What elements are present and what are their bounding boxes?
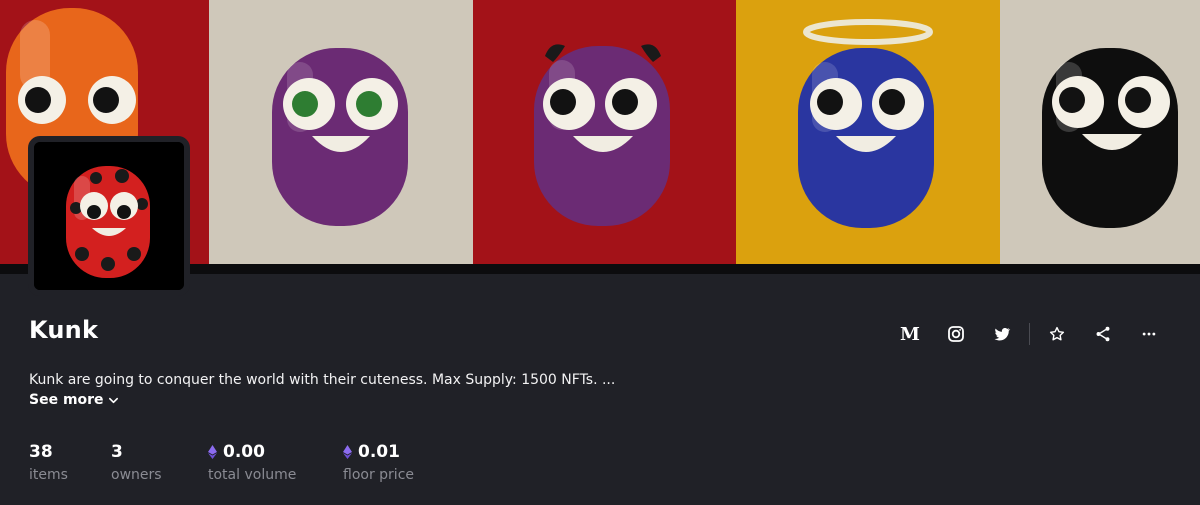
twitter-icon	[994, 327, 1011, 341]
stat-owners-label: owners	[111, 467, 162, 483]
collection-name: Kunk	[29, 316, 99, 344]
stat-floor-price-label: floor price	[343, 467, 414, 483]
stat-floor-price[interactable]: 0.01 floor price	[343, 441, 414, 483]
stat-floor-price-value: 0.01	[358, 442, 400, 462]
ethereum-icon	[343, 445, 352, 459]
collection-avatar	[28, 136, 190, 296]
chevron-down-icon	[108, 397, 118, 403]
banner-panel-devil-kunk	[473, 0, 736, 264]
medium-link-button[interactable]: M	[887, 318, 933, 350]
instagram-icon	[948, 326, 964, 342]
favorite-button[interactable]	[1034, 318, 1080, 350]
stat-items-label: items	[29, 467, 68, 483]
share-icon	[1096, 326, 1110, 342]
stat-total-volume-label: total volume	[208, 467, 297, 483]
ethereum-icon	[208, 445, 217, 459]
see-more-label: See more	[29, 392, 104, 408]
stat-owners[interactable]: 3 owners	[111, 441, 162, 483]
see-more-button[interactable]: See more	[29, 392, 119, 408]
stat-items-value: 38	[29, 442, 53, 462]
star-icon	[1049, 326, 1065, 341]
medium-icon: M	[900, 323, 920, 345]
banner-panel-angel-kunk	[736, 0, 1000, 264]
more-icon	[1142, 332, 1156, 336]
ladybug-kunk-image	[34, 142, 184, 290]
stat-items[interactable]: 38 items	[29, 441, 68, 483]
collection-description: Kunk are going to conquer the world with…	[29, 372, 616, 388]
stat-total-volume[interactable]: 0.00 total volume	[208, 441, 296, 483]
actions-divider	[1029, 323, 1030, 345]
more-options-button[interactable]	[1126, 318, 1172, 350]
collection-actions: M	[887, 318, 1172, 350]
banner-panel-black-kunk	[1000, 0, 1200, 264]
instagram-link-button[interactable]	[933, 318, 979, 350]
banner-panel-purple-kunk	[209, 0, 473, 264]
stat-owners-value: 3	[111, 442, 123, 462]
share-button[interactable]	[1080, 318, 1126, 350]
twitter-link-button[interactable]	[979, 318, 1025, 350]
stat-total-volume-value: 0.00	[223, 442, 265, 462]
